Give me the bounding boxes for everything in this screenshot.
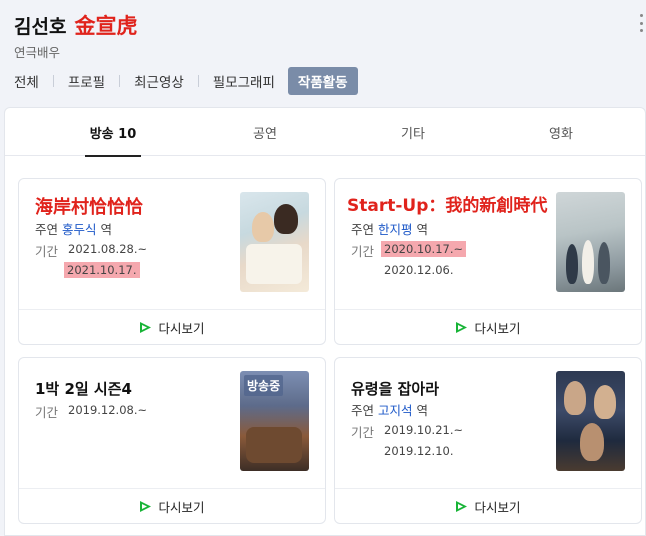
work-title[interactable]: 海岸村恰恰恰 (35, 193, 143, 219)
rewatch-label: 다시보기 (474, 500, 521, 515)
play-icon (456, 322, 468, 333)
period-label: 기간 (35, 244, 59, 259)
play-icon (140, 501, 152, 512)
tab-broadcast[interactable]: 방송 10 (85, 108, 141, 157)
tab-other[interactable]: 기타 (391, 108, 435, 156)
tab-performance[interactable]: 공연 (243, 108, 287, 156)
start-date: 2019.12.08.~ (68, 403, 148, 417)
profile-header: 김선호 金宣虎 연극배우 전체 프로필 최근영상 필모그래피 작품활동 (0, 0, 646, 107)
work-card: 유령을 잡아라 주연 고지석 역 기간 2019.10.21.~ 2019.12… (334, 357, 642, 524)
person-hanja-name: 金宣虎 (74, 13, 138, 38)
work-title[interactable]: 유령을 잡아라 (351, 378, 439, 399)
person-occupation: 연극배우 (14, 45, 61, 60)
nav-divider (197, 75, 199, 87)
more-options-icon[interactable] (640, 14, 644, 32)
end-date: 2021.10.17. (64, 262, 140, 278)
role-suffix: 역 (100, 222, 113, 237)
role-type: 주연 (35, 222, 59, 237)
character-name[interactable]: 한지평 (378, 222, 413, 237)
category-tabs: 방송 10 공연 기타 영화 (5, 108, 645, 157)
end-date: 2020.12.06. (384, 263, 454, 277)
nav-tab-all[interactable]: 전체 (14, 67, 39, 95)
rewatch-button[interactable]: 다시보기 (19, 488, 325, 524)
role-suffix: 역 (416, 222, 429, 237)
work-poster[interactable]: 방송중 (240, 371, 309, 471)
work-card: 海岸村恰恰恰 주연 홍두식 역 기간 2021.08.28.~ 2021.10.… (18, 178, 326, 345)
work-card: Start-Up：我的新創時代 주연 한지평 역 기간 2020.10.17.~… (334, 178, 642, 345)
work-role: 주연 홍두식 역 (35, 219, 112, 238)
work-card-body[interactable]: Start-Up：我的新創時代 주연 한지평 역 기간 2020.10.17.~… (335, 179, 641, 309)
work-poster[interactable] (556, 371, 625, 471)
play-icon (140, 322, 152, 333)
nav-tab-recent-videos[interactable]: 최근영상 (134, 67, 184, 95)
work-card: 1박 2일 시즌4 기간 2019.12.08.~ 방송중 다시보기 (18, 357, 326, 524)
work-role: 주연 고지석 역 (351, 400, 428, 419)
work-card-body[interactable]: 海岸村恰恰恰 주연 홍두식 역 기간 2021.08.28.~ 2021.10.… (19, 179, 325, 309)
work-title[interactable]: Start-Up：我的新創時代 (347, 191, 547, 216)
work-poster[interactable] (556, 192, 625, 292)
nav-tab-profile[interactable]: 프로필 (68, 67, 105, 95)
nav-tab-works[interactable]: 작품활동 (287, 67, 358, 95)
nav-divider (119, 75, 121, 87)
rewatch-button[interactable]: 다시보기 (335, 309, 641, 345)
tab-movie[interactable]: 영화 (539, 108, 583, 156)
name-row: 김선호 金宣虎 (14, 10, 137, 40)
person-name[interactable]: 김선호 (14, 12, 66, 39)
work-card-body[interactable]: 유령을 잡아라 주연 고지석 역 기간 2019.10.21.~ 2019.12… (335, 358, 641, 488)
play-icon (456, 501, 468, 512)
rewatch-label: 다시보기 (474, 321, 521, 336)
nav-divider (52, 75, 54, 87)
period-label: 기간 (351, 425, 375, 440)
on-air-badge: 방송중 (244, 375, 284, 396)
start-date: 2021.08.28.~ (68, 242, 148, 256)
work-card-body[interactable]: 1박 2일 시즌4 기간 2019.12.08.~ 방송중 (19, 358, 325, 488)
character-name[interactable]: 고지석 (378, 403, 413, 418)
profile-nav: 전체 프로필 최근영상 필모그래피 작품활동 (14, 67, 358, 95)
role-suffix: 역 (416, 403, 429, 418)
period-label: 기간 (351, 244, 375, 259)
period-label: 기간 (35, 405, 59, 420)
nav-tab-filmography[interactable]: 필모그래피 (213, 67, 275, 95)
role-type: 주연 (351, 222, 375, 237)
start-date: 2020.10.17.~ (381, 241, 467, 257)
work-role: 주연 한지평 역 (351, 219, 428, 238)
work-poster[interactable] (240, 192, 309, 292)
works-panel: 방송 10 공연 기타 영화 海岸村恰恰恰 주연 홍두식 역 기간 2021.0… (4, 107, 646, 536)
rewatch-label: 다시보기 (158, 321, 205, 336)
work-title[interactable]: 1박 2일 시즌4 (35, 378, 132, 399)
role-type: 주연 (351, 403, 375, 418)
rewatch-button[interactable]: 다시보기 (335, 488, 641, 524)
character-name[interactable]: 홍두식 (62, 222, 97, 237)
start-date: 2019.10.21.~ (384, 423, 464, 437)
rewatch-label: 다시보기 (158, 500, 205, 515)
end-date: 2019.12.10. (384, 444, 454, 458)
rewatch-button[interactable]: 다시보기 (19, 309, 325, 345)
